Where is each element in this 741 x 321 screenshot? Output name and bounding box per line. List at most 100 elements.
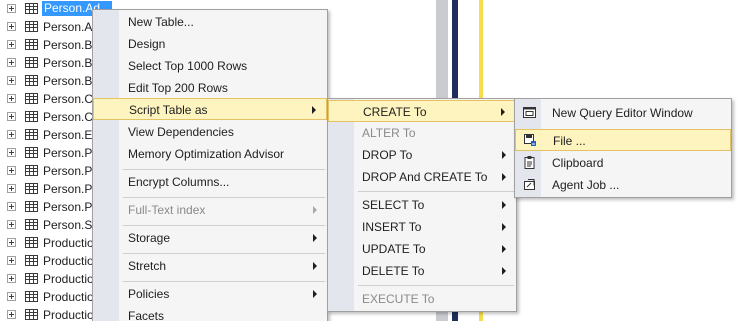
expand-icon[interactable] (7, 58, 16, 67)
menu-item-memory-optimization-advisor[interactable]: Memory Optimization Advisor (93, 143, 327, 165)
table-icon (25, 183, 38, 194)
tree-node-label: Person.Pa (43, 146, 100, 160)
menu-item-label: Design (128, 37, 166, 51)
expand-icon[interactable] (7, 112, 16, 121)
menu-item-delete-to[interactable]: DELETE To (328, 260, 516, 282)
menu-item-drop-and-create-to[interactable]: DROP And CREATE To (328, 166, 516, 188)
menu-item-drop-to[interactable]: DROP To (328, 144, 516, 166)
menu-item-new-query-editor-window[interactable]: New Query Editor Window (515, 102, 731, 124)
menu-item-alter-to: ALTER To (328, 122, 516, 144)
submenu-arrow-icon (502, 201, 506, 209)
menu-separator (123, 197, 325, 198)
menu-item-create-to[interactable]: CREATE To (328, 100, 516, 122)
menu-item-select-top-1000[interactable]: Select Top 1000 Rows (93, 55, 327, 77)
tree-node-label: Person.C (43, 110, 94, 124)
table-icon (25, 93, 38, 104)
expand-icon[interactable] (7, 166, 16, 175)
clipboard-icon (524, 156, 535, 169)
tree-node-label: Person.Er (43, 128, 97, 142)
menu-item-label: EXECUTE To (362, 292, 435, 306)
menu-item-edit-top-200[interactable]: Edit Top 200 Rows (93, 77, 327, 99)
table-icon (25, 201, 38, 212)
menu-item-label: Script Table as (129, 103, 208, 117)
menu-separator (123, 169, 325, 170)
menu-item-stretch[interactable]: Stretch (93, 255, 327, 277)
menu-item-label: INSERT To (362, 220, 422, 234)
submenu-arrow-icon (502, 173, 506, 181)
expand-icon[interactable] (7, 76, 16, 85)
table-icon (25, 3, 38, 14)
submenu-arrow-icon (502, 151, 506, 159)
menu-item-label: New Table... (128, 15, 194, 29)
expand-icon[interactable] (7, 220, 16, 229)
menu-item-label: New Query Editor Window (552, 106, 693, 120)
submenu-arrow-icon (313, 234, 317, 242)
tree-node-label: Person.C (43, 92, 94, 106)
menu-item-design[interactable]: Design (93, 33, 327, 55)
tree-node-label: Person.St (43, 218, 96, 232)
menu-item-label: SELECT To (362, 198, 425, 212)
table-icon (25, 165, 38, 176)
expand-icon[interactable] (7, 238, 16, 247)
expand-icon[interactable] (7, 22, 16, 31)
menu-item-view-dependencies[interactable]: View Dependencies (93, 121, 327, 143)
menu-item-encrypt-columns[interactable]: Encrypt Columns... (93, 171, 327, 193)
menu-item-clipboard[interactable]: Clipboard (515, 152, 731, 174)
table-icon (25, 39, 38, 50)
menu-item-label: View Dependencies (128, 125, 234, 139)
menu-separator (123, 225, 325, 226)
menu-item-insert-to[interactable]: INSERT To (328, 216, 516, 238)
table-icon (25, 237, 38, 248)
expand-icon[interactable] (7, 94, 16, 103)
table-icon (25, 129, 38, 140)
menu-separator (123, 253, 325, 254)
menu-item-label: DELETE To (362, 264, 425, 278)
agent-job-icon (524, 179, 535, 190)
menu-item-script-table-as[interactable]: Script Table as (93, 98, 327, 120)
menu-item-label: Stretch (128, 259, 167, 273)
expand-icon[interactable] (7, 292, 16, 301)
menu-item-label: ALTER To (362, 126, 416, 140)
menu-separator (358, 191, 514, 192)
submenu-arrow-icon (313, 206, 317, 214)
menu-item-agent-job[interactable]: Agent Job ... (515, 174, 731, 196)
tree-node-label: Person.Bu (43, 56, 100, 70)
expand-icon[interactable] (7, 202, 16, 211)
menu-item-label: Select Top 1000 Rows (128, 59, 248, 73)
menu-item-full-text-index: Full-Text index (93, 199, 327, 221)
expand-icon[interactable] (7, 4, 16, 13)
menu-item-label: DROP To (362, 148, 413, 162)
menu-item-update-to[interactable]: UPDATE To (328, 238, 516, 260)
menu-item-new-table[interactable]: New Table... (93, 11, 327, 33)
menu-item-storage[interactable]: Storage (93, 227, 327, 249)
menu-item-label: Facets (128, 309, 165, 321)
menu-item-label: DROP And CREATE To (362, 170, 488, 184)
expand-icon[interactable] (7, 274, 16, 283)
expand-icon[interactable] (7, 130, 16, 139)
table-context-menu: New Table... Design Select Top 1000 Rows… (92, 9, 328, 321)
query-window-icon (523, 107, 536, 118)
table-icon (25, 255, 38, 266)
menu-item-select-to[interactable]: SELECT To (328, 194, 516, 216)
table-icon (25, 147, 38, 158)
table-icon (25, 111, 38, 122)
expand-icon[interactable] (7, 148, 16, 157)
submenu-arrow-icon (502, 223, 506, 231)
menu-item-policies[interactable]: Policies (93, 283, 327, 305)
menu-item-label: Encrypt Columns... (128, 175, 230, 189)
menu-item-file[interactable]: File ... (515, 129, 731, 151)
menu-item-facets[interactable]: Facets (93, 305, 327, 321)
tree-node-label: Person.A (43, 20, 93, 34)
tree-node-label: Person.Bu (43, 74, 100, 88)
table-icon (25, 273, 38, 284)
menu-item-label: Clipboard (552, 156, 604, 170)
expand-icon[interactable] (7, 256, 16, 265)
expand-icon[interactable] (7, 184, 16, 193)
table-icon (25, 219, 38, 230)
tree-node-label: Person.Bu (43, 38, 100, 52)
table-icon (25, 75, 38, 86)
save-file-icon (524, 134, 536, 146)
expand-icon[interactable] (7, 40, 16, 49)
table-icon (25, 291, 38, 302)
expand-icon[interactable] (7, 310, 16, 319)
